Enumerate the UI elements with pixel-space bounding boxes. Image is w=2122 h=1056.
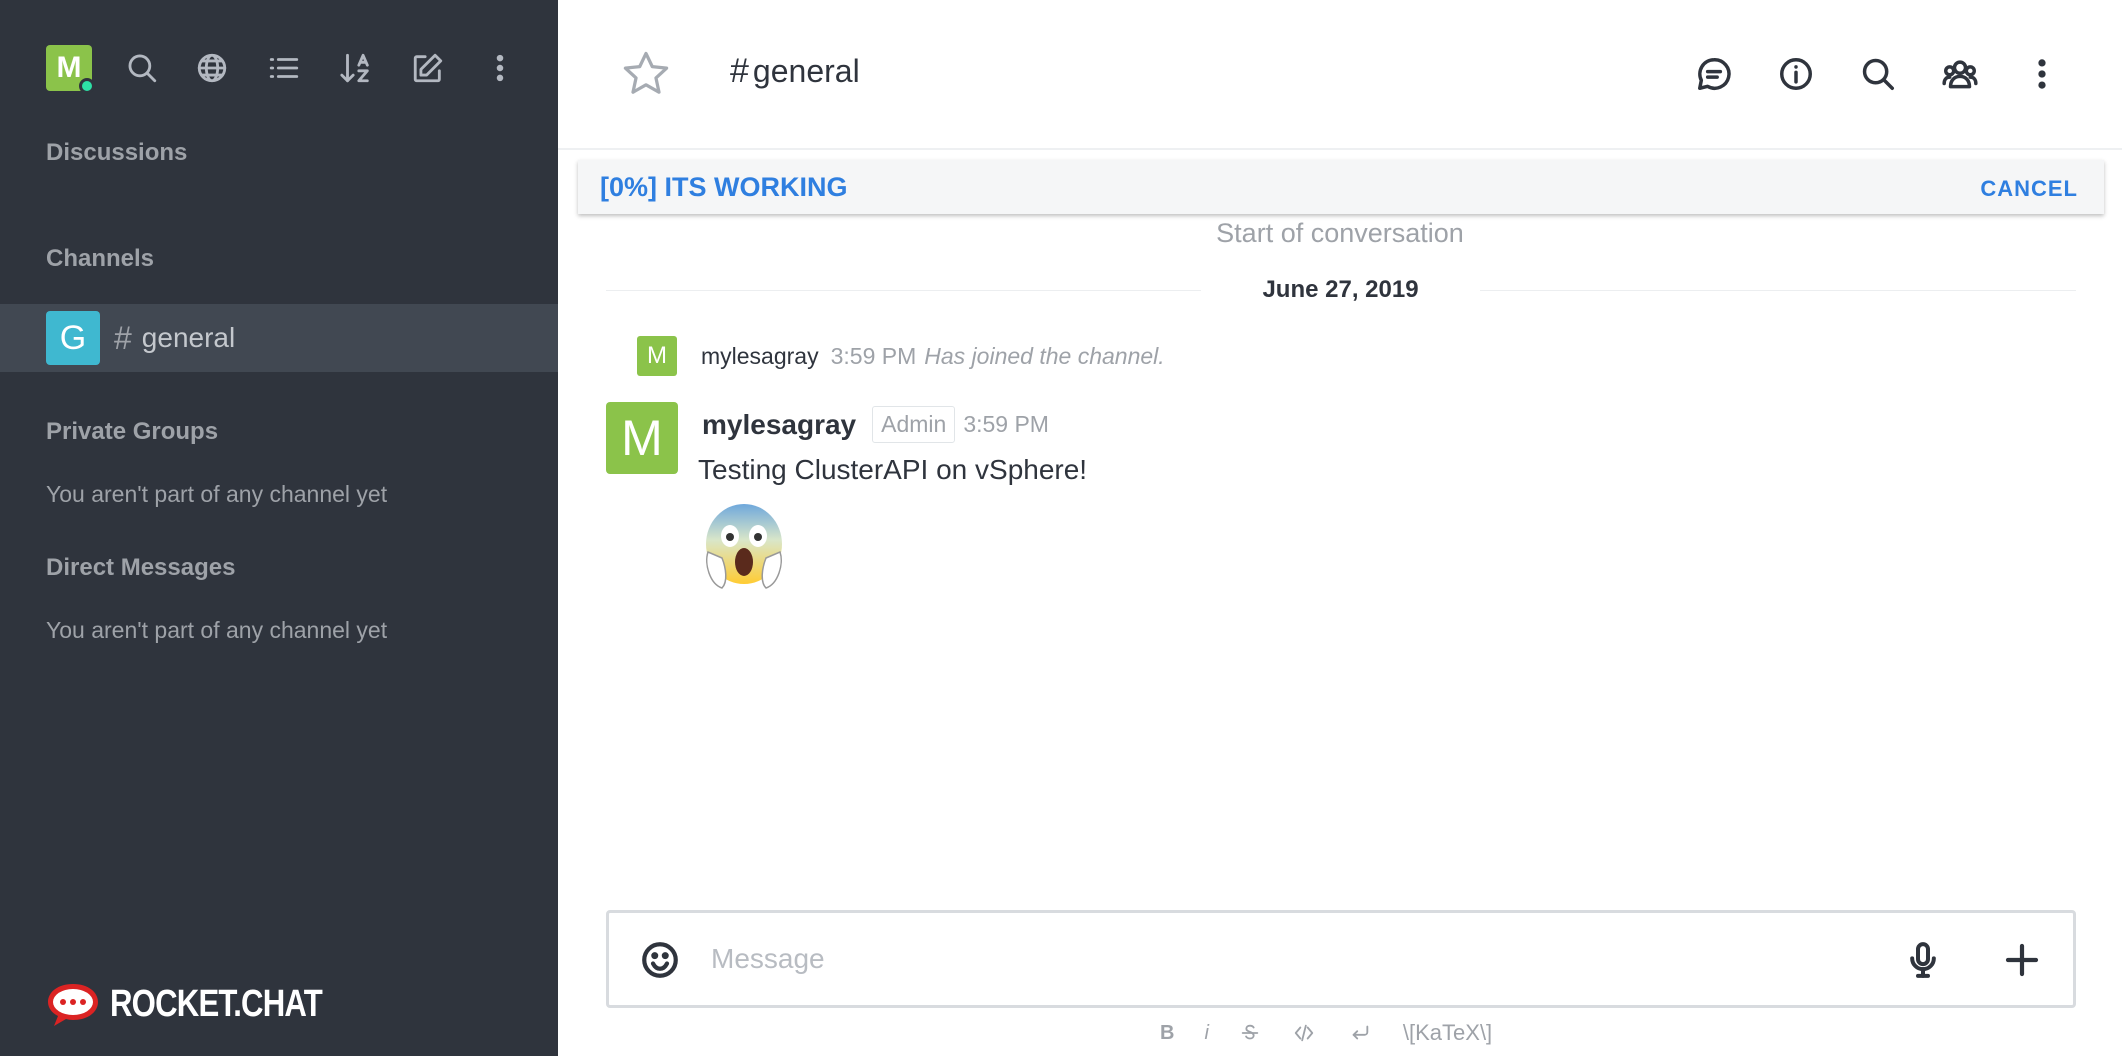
favorite-star-icon[interactable]	[620, 48, 672, 100]
user-avatar-letter: M	[56, 51, 82, 84]
message-timestamp: 3:59 PM	[963, 411, 1049, 437]
upload-progress-banner: [0%] ITS WORKING CANCEL	[578, 160, 2104, 214]
info-icon[interactable]	[1774, 52, 1818, 96]
italic-button[interactable]: i	[1204, 1022, 1208, 1045]
multiline-return-icon[interactable]	[1347, 1022, 1373, 1044]
private-groups-empty-text: You aren't part of any channel yet	[46, 481, 388, 507]
cancel-upload-button[interactable]: CANCEL	[1980, 176, 2078, 202]
sidebar-toolbar: M	[46, 44, 95, 94]
sidebar-item-general[interactable]: G # general	[0, 304, 558, 372]
date-divider-line	[1480, 290, 2076, 291]
kebab-menu-icon[interactable]	[480, 48, 520, 88]
message-timestamp: 3:59 PM	[830, 342, 917, 369]
start-of-conversation: Start of conversation	[1216, 218, 1464, 248]
message-composer	[606, 910, 2076, 1008]
message-username[interactable]: mylesagray	[701, 343, 819, 370]
role-badge: Admin	[872, 406, 956, 443]
sort-az-icon[interactable]	[336, 48, 376, 88]
date-divider-line	[606, 290, 1201, 291]
code-icon[interactable]	[1291, 1022, 1317, 1044]
search-icon[interactable]	[122, 48, 162, 88]
message-input[interactable]	[711, 927, 1861, 991]
hash-icon: #	[730, 52, 749, 90]
message-username[interactable]: mylesagray	[702, 409, 856, 441]
system-message-text: Has joined the channel.	[924, 342, 1165, 369]
brand-text: ROCKET.CHAT	[110, 982, 323, 1025]
strikethrough-icon[interactable]	[1239, 1022, 1261, 1044]
view-list-icon[interactable]	[264, 48, 304, 88]
date-divider: June 27, 2019	[1262, 276, 1419, 303]
avatar[interactable]: M	[606, 402, 678, 474]
kebab-menu-icon[interactable]	[2020, 52, 2064, 96]
sidebar-item-label: general	[141, 322, 236, 353]
hash-icon: #	[114, 319, 132, 356]
create-new-icon[interactable]	[408, 48, 448, 88]
channel-avatar: G	[46, 311, 100, 365]
directory-globe-icon[interactable]	[192, 48, 232, 88]
online-status-indicator	[79, 78, 95, 94]
emoji-picker-icon[interactable]	[639, 939, 681, 981]
scream-emoji-icon	[706, 504, 782, 589]
room-title: # general	[730, 52, 860, 91]
bold-button[interactable]: B	[1160, 1022, 1174, 1045]
search-icon[interactable]	[1856, 52, 1900, 96]
message-text: Testing ClusterAPI on vSphere!	[698, 454, 1088, 485]
upload-progress-text: [0%] ITS WORKING	[600, 172, 848, 202]
section-channels[interactable]: Channels	[46, 245, 154, 273]
katex-button[interactable]: \[KaTeX\]	[1403, 1020, 1492, 1046]
sidebar: M Discussions Channels G # general Priva…	[0, 0, 558, 1056]
microphone-icon[interactable]	[1903, 939, 1943, 981]
brand-logo: ROCKET.CHAT	[44, 980, 369, 1028]
room-header: # general	[558, 0, 2122, 150]
direct-messages-empty-text: You aren't part of any channel yet	[46, 617, 388, 643]
discussion-icon[interactable]	[1692, 52, 1736, 96]
rocket-chat-logo-icon	[48, 984, 98, 1026]
plus-icon[interactable]	[2001, 939, 2043, 981]
members-icon[interactable]	[1938, 52, 1982, 96]
system-message: M mylesagray 3:59 PM Has joined the chan…	[637, 336, 1165, 376]
section-direct-messages[interactable]: Direct Messages	[46, 554, 235, 582]
user-avatar[interactable]: M	[46, 45, 95, 94]
message-header: mylesagray Admin 3:59 PM	[702, 406, 1049, 443]
formatting-toolbar: B i \[KaTeX\]	[1160, 1018, 1522, 1048]
avatar[interactable]: M	[637, 336, 677, 376]
section-private-groups[interactable]: Private Groups	[46, 418, 218, 446]
room-name: general	[752, 53, 860, 89]
section-discussions[interactable]: Discussions	[46, 139, 187, 167]
